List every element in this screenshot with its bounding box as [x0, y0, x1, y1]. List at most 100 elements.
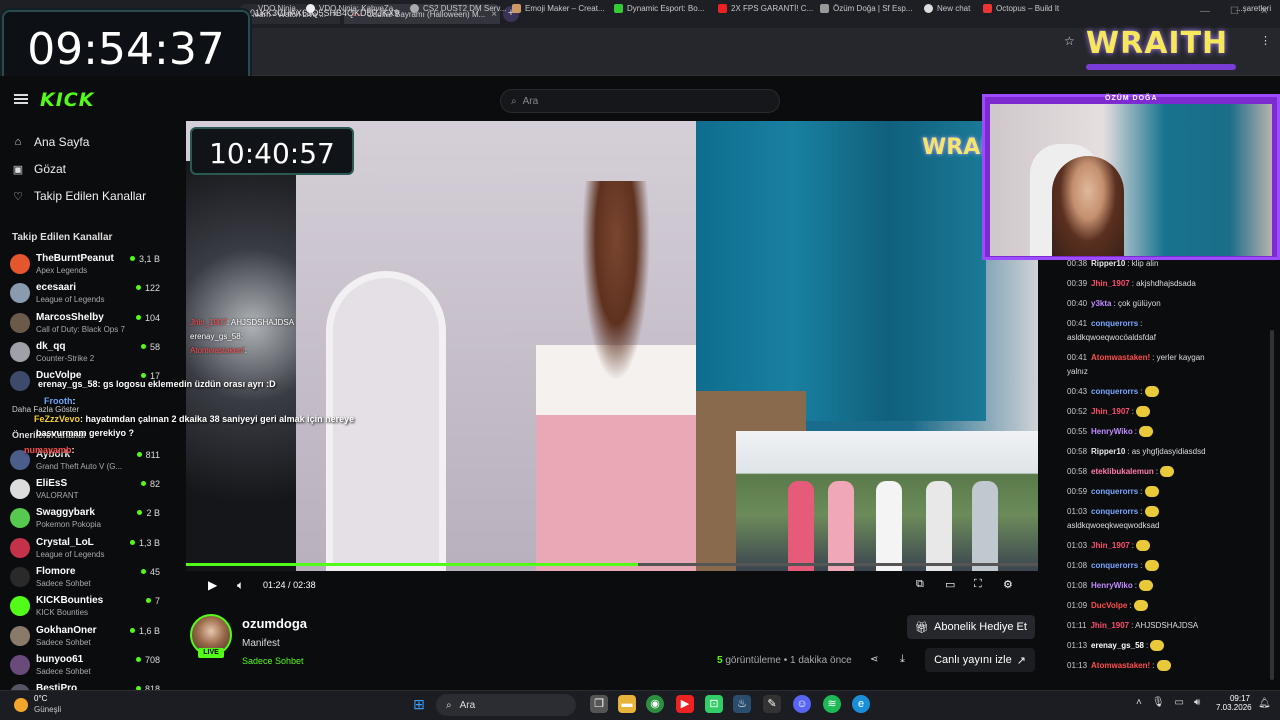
microphone-icon[interactable]: 🎙︎ — [1152, 697, 1165, 708]
chat-message[interactable]: 01:08 conquerorrs: — [1067, 559, 1262, 572]
settings-icon[interactable]: ⚙ — [1003, 578, 1013, 591]
windows-start-icon[interactable]: ⊞ — [410, 695, 428, 713]
chat-message[interactable]: 00:58 Ripper10: as yhgfjdasyidiasdsd — [1067, 445, 1262, 458]
network-icon[interactable]: ▭ — [1175, 697, 1184, 708]
download-icon[interactable]: ⤓ — [900, 653, 905, 666]
spotify-icon[interactable]: ≋ — [823, 695, 841, 713]
channel-item[interactable]: bunyoo61 Sadece Sohbet 708 — [10, 653, 160, 681]
chat-username[interactable]: conquerorrs — [1091, 561, 1138, 570]
channel-item[interactable]: ecesaari League of Legends 122 — [10, 281, 160, 309]
chat-message[interactable]: 01:08 HenryWiko: — [1067, 579, 1262, 592]
chat-message-continuation[interactable]: asldkqwoeqkweqwodksad — [1067, 519, 1262, 532]
bookmark-item[interactable]: VDO.Ninja: KahveZa... — [306, 4, 400, 13]
play-icon[interactable]: ▶ — [208, 578, 217, 592]
chat-username[interactable]: Ripper10 — [1091, 447, 1125, 456]
video-player[interactable]: 10:40:57 WRAI — [186, 121, 1038, 571]
chat-message[interactable]: 01:03 conquerorrs: — [1067, 505, 1262, 518]
chat-username[interactable]: Ripper10 — [1091, 259, 1125, 268]
bookmark-item[interactable]: CS2 DUST2 DM Serv... — [410, 4, 506, 13]
mini-player-icon[interactable]: ▭ — [945, 578, 955, 591]
channel-item[interactable]: GokhanOner Sadece Sohbet 1,6 B — [10, 624, 160, 652]
fullscreen-icon[interactable]: ⛶ — [974, 578, 982, 591]
star-icon[interactable]: ☆ — [1064, 34, 1075, 48]
bookmarks-more[interactable]: ...şaretleri — [1236, 4, 1271, 13]
chat-message[interactable]: 00:43 conquerorrs: — [1067, 385, 1262, 398]
channel-item[interactable]: MarcosShelby Call of Duty: Black Ops 7 104 — [10, 311, 160, 339]
file-explorer-icon[interactable]: ▬ — [618, 695, 636, 713]
chat-message-continuation[interactable]: yalnız — [1067, 365, 1262, 378]
more-menu-icon[interactable]: ⋮ — [1260, 34, 1271, 47]
chat-message-continuation[interactable]: asldkqwoeqwocöaldsfdaf — [1067, 331, 1262, 344]
taskbar-search[interactable]: ⌕ Ara — [436, 694, 576, 716]
chat-message[interactable]: 01:09 DucVolpe: — [1067, 599, 1262, 612]
chat-message[interactable]: 00:55 HenryWiko: — [1067, 425, 1262, 438]
chat-message[interactable]: 01:11 Jhin_1907: AHJSDSHAJDSA — [1067, 619, 1262, 632]
chat-username[interactable]: Jhin_1907 — [1091, 541, 1130, 550]
chat-message[interactable]: 00:39 Jhin_1907: akjshdhajsdsada — [1067, 277, 1262, 290]
minimize-icon[interactable]: — — [1200, 6, 1210, 17]
nav-following[interactable]: ♡ Takip Edilen Kanallar — [12, 189, 146, 203]
chat-message[interactable]: 00:52 Jhin_1907: — [1067, 405, 1262, 418]
bookmark-item[interactable]: VDO.Ninja — [258, 4, 296, 13]
steam-icon[interactable]: ♨ — [733, 695, 751, 713]
bookmark-item[interactable]: Emoji Maker – Creat... — [512, 4, 605, 13]
chrome-icon[interactable]: ◉ — [646, 695, 664, 713]
search-input[interactable]: ⌕ Ara — [500, 89, 780, 113]
chat-scrollbar[interactable] — [1270, 330, 1274, 680]
theater-mode-icon[interactable]: ⧉ — [916, 578, 924, 591]
notification-icon[interactable]: 🔔︎ — [1258, 698, 1271, 709]
chat-username[interactable]: DucVolpe — [1091, 601, 1127, 610]
volume-icon[interactable]: 🔈︎ — [237, 578, 244, 593]
chat-username[interactable]: conquerorrs — [1091, 319, 1138, 328]
xbox-icon[interactable]: ⊡ — [705, 695, 723, 713]
chat-message[interactable]: 01:03 Jhin_1907: — [1067, 539, 1262, 552]
kick-logo[interactable]: KICK — [40, 89, 94, 111]
channel-item[interactable]: Flomore Sadece Sohbet 45 — [10, 565, 160, 593]
chat-message[interactable]: 00:40 y3kta: çok gülüyon — [1067, 297, 1262, 310]
chat-message[interactable]: 00:41 Atomwastaken!: yerler kaygan — [1067, 351, 1262, 364]
taskbar-clock[interactable]: 09:17 7.03.2026 — [1216, 694, 1252, 712]
show-more-link[interactable]: Daha Fazla Göster — [12, 405, 79, 414]
chat-username[interactable]: Atomwastaken! — [1091, 353, 1150, 362]
chat-username[interactable]: conquerorrs — [1091, 507, 1138, 516]
bookmark-item[interactable]: Dynamic Esport: Bo... — [614, 4, 704, 13]
chat-username[interactable]: conquerorrs — [1091, 487, 1138, 496]
channel-item[interactable]: Crystal_LoL League of Legends 1,3 B — [10, 536, 160, 564]
chat-message[interactable]: 01:13 Atomwastaken!: — [1067, 659, 1262, 672]
chat-username[interactable]: eteklibukalemun — [1091, 467, 1154, 476]
chat-username[interactable]: HenryWiko — [1091, 427, 1133, 436]
task-view-icon[interactable]: ❐ — [590, 695, 608, 713]
chat-username[interactable]: Jhin_1907 — [1090, 621, 1129, 630]
chat-message[interactable]: 00:41 conquerorrs: — [1067, 317, 1262, 330]
chat-username[interactable]: y3kta — [1091, 299, 1111, 308]
bookmark-item[interactable]: 2X FPS GARANTİ! C... — [718, 4, 813, 13]
nav-browse[interactable]: ▣ Gözat — [12, 162, 66, 176]
chat-username[interactable]: Jhin_1907 — [1091, 407, 1130, 416]
discord-icon[interactable]: ☺ — [793, 695, 811, 713]
chat-message[interactable]: 00:58 eteklibukalemun: — [1067, 465, 1262, 478]
chat-username[interactable]: conquerorrs — [1091, 387, 1138, 396]
channel-item[interactable]: EliEsS VALORANT 82 — [10, 477, 160, 505]
bookmark-item[interactable]: New chat — [924, 4, 970, 13]
bookmark-item[interactable]: Özüm Doğa | Sf Esp... — [820, 4, 912, 13]
channel-item[interactable]: dk_qq Counter-Strike 2 58 — [10, 340, 160, 368]
chat-message[interactable]: 01:13 erenay_gs_58: — [1067, 639, 1262, 652]
speaker-icon[interactable]: 🔊︎ — [1194, 697, 1200, 708]
bookmark-item[interactable]: Octopus – Build It — [983, 4, 1059, 13]
watch-live-button[interactable]: Canlı yayını izle ↗ — [925, 648, 1035, 672]
chevron-up-icon[interactable]: ˄ — [1136, 697, 1142, 708]
edge-icon[interactable]: e — [852, 695, 870, 713]
nav-home[interactable]: ⌂ Ana Sayfa — [12, 135, 90, 149]
chat-message[interactable]: 00:59 conquerorrs: — [1067, 485, 1262, 498]
youtube-app-icon[interactable]: ▶ — [676, 695, 694, 713]
chat-username[interactable]: erenay_gs_58 — [1091, 641, 1144, 650]
stream-category[interactable]: Sadece Sohbet — [242, 656, 304, 666]
chat-username[interactable]: HenryWiko — [1091, 581, 1133, 590]
chat-username[interactable]: Atomwastaken! — [1091, 661, 1150, 670]
share-icon[interactable]: ⋖ — [870, 654, 878, 665]
hamburger-menu-icon[interactable] — [14, 94, 28, 104]
channel-item[interactable]: KICKBounties KICK Bounties 7 — [10, 594, 160, 622]
channel-item[interactable]: Swaggybark Pokemon Pokopia 2 B — [10, 506, 160, 534]
gift-subscription-button[interactable]: 🎁︎ Abonelik Hediye Et — [907, 615, 1035, 639]
channel-name[interactable]: ozumdoga — [242, 616, 307, 631]
